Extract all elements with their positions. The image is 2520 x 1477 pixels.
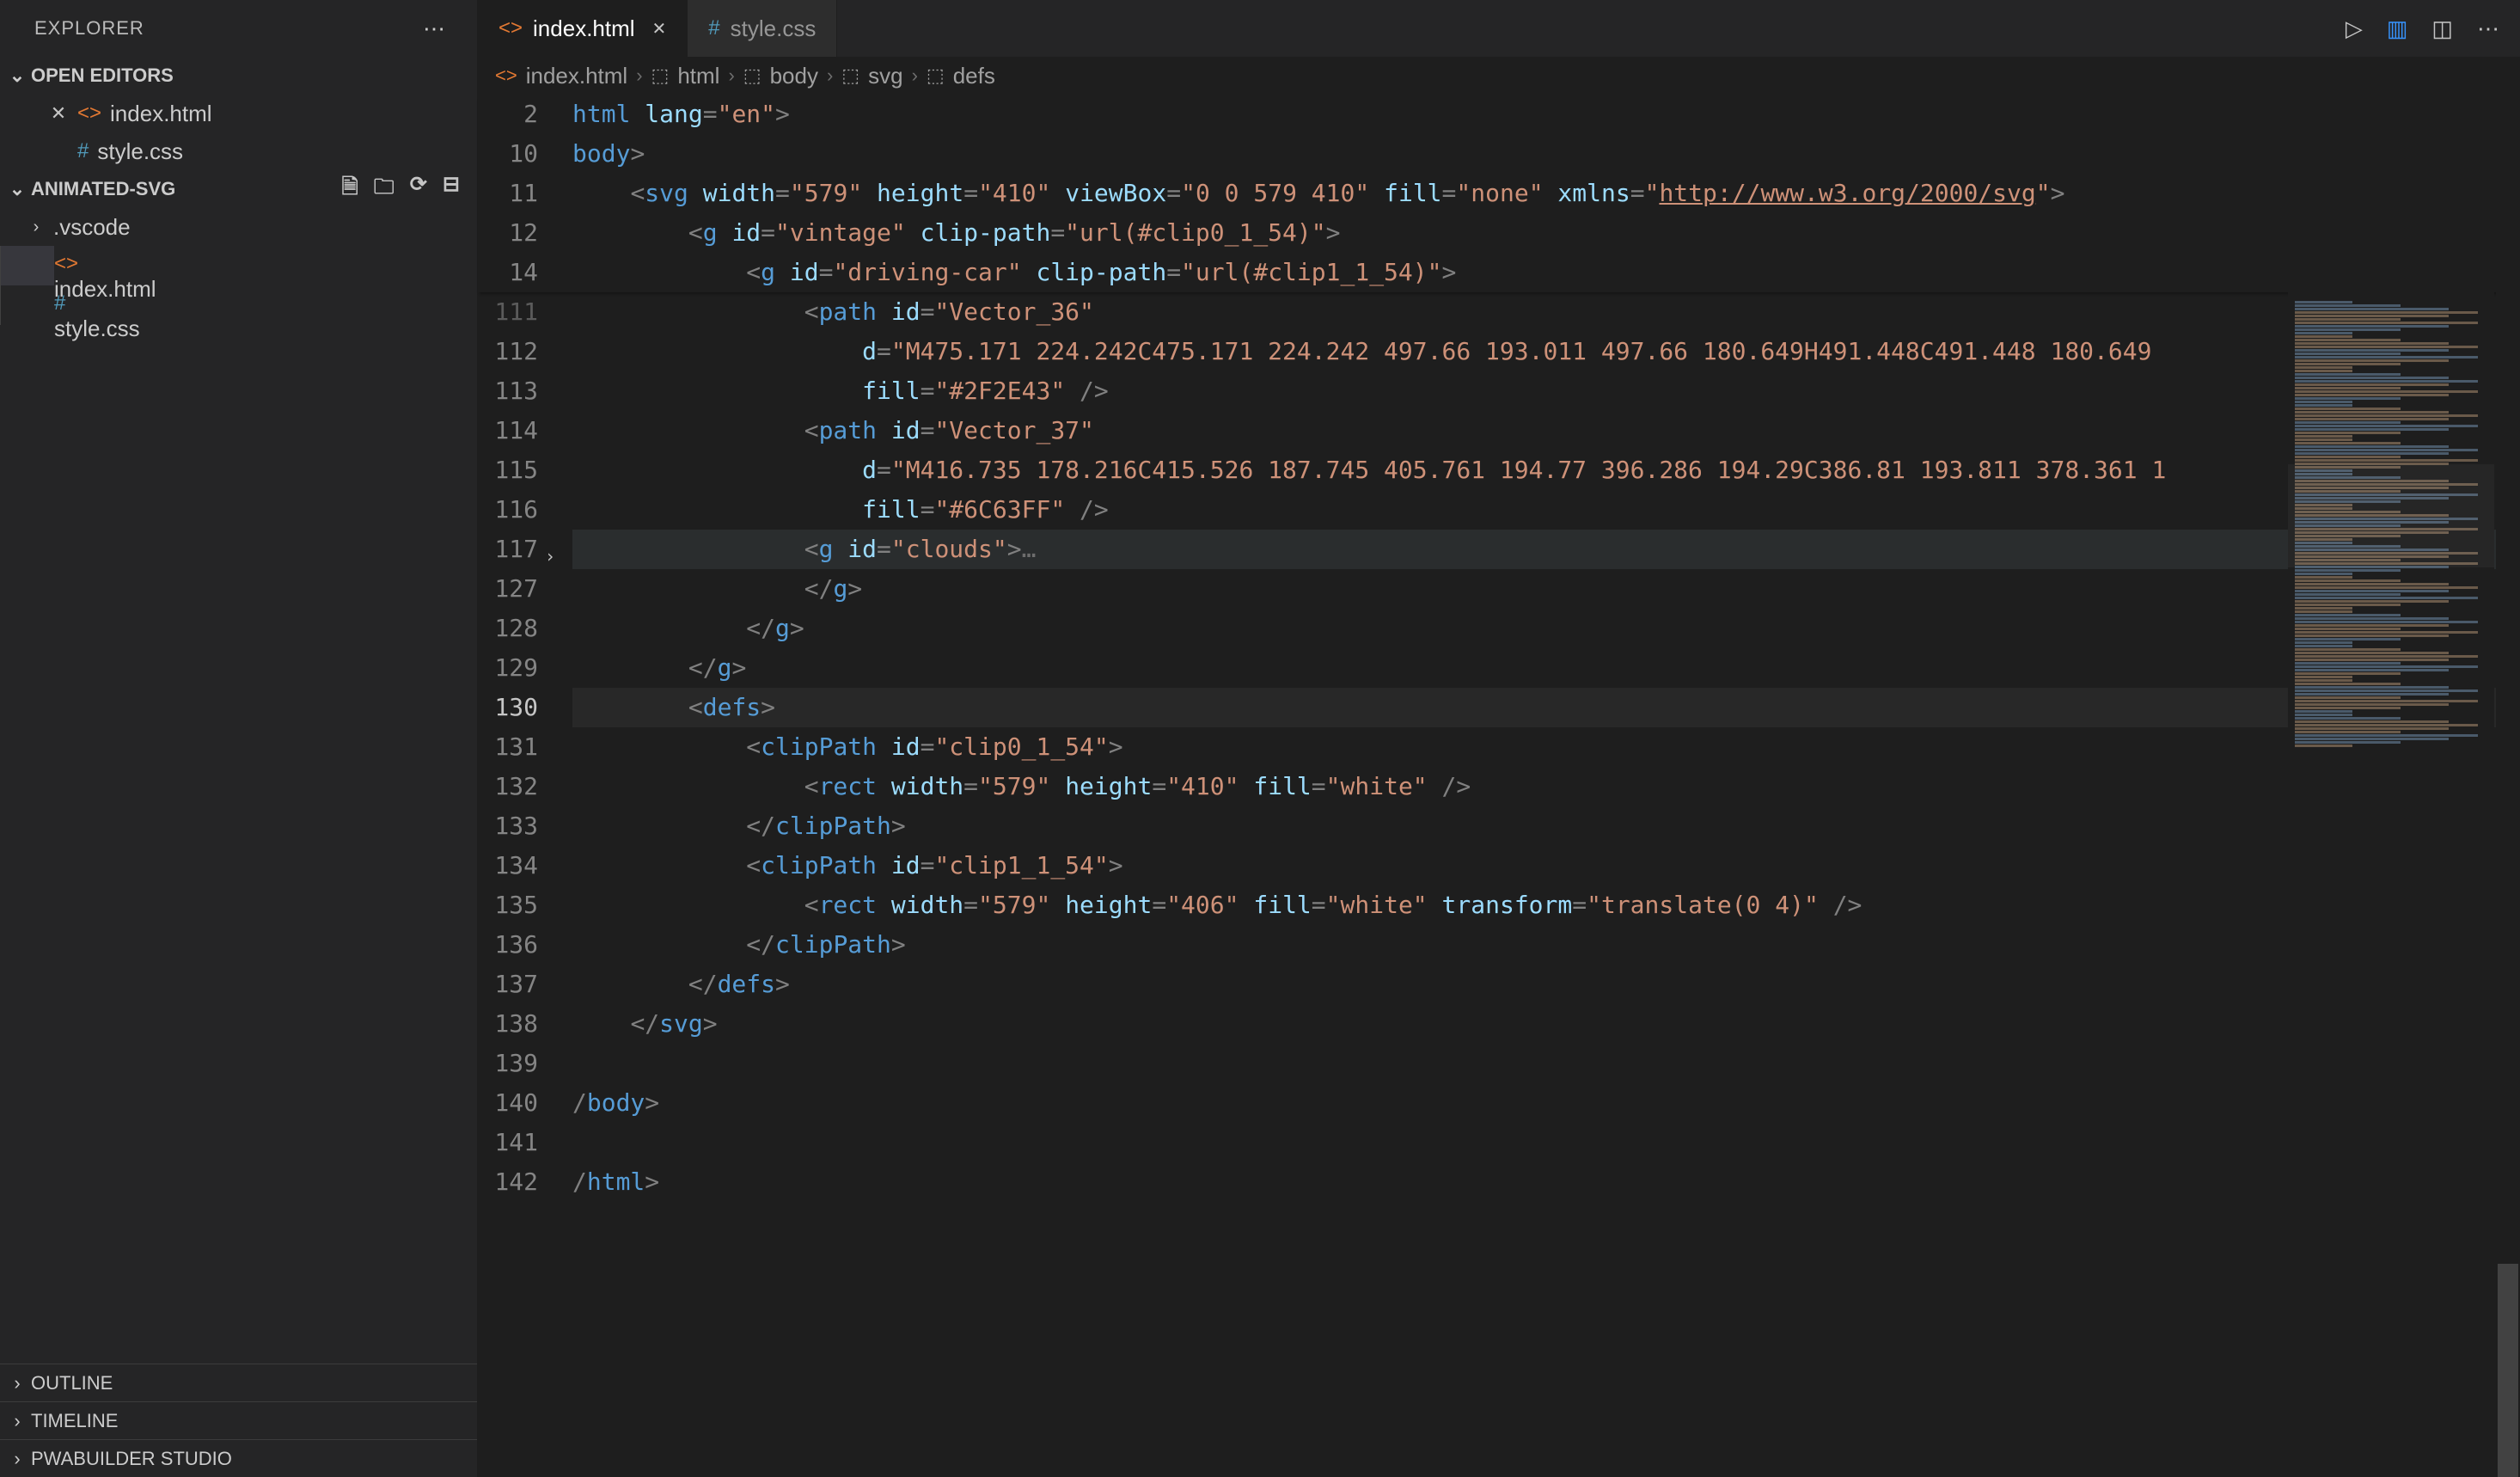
scroll-thumb[interactable] (2498, 1264, 2518, 1477)
breadcrumb-item[interactable]: svg (868, 63, 902, 89)
breadcrumb-item[interactable]: index.html (526, 63, 628, 89)
vertical-scrollbar[interactable] (2496, 292, 2520, 1477)
more-actions-icon[interactable]: ⋯ (406, 15, 463, 42)
breadcrumb-item[interactable]: defs (953, 63, 995, 89)
explorer-sidebar: EXPLORER ⋯ ⌄ OPEN EDITORS ✕ <> index.htm… (0, 0, 478, 1477)
collapse-all-icon[interactable]: ⊟ (443, 172, 460, 207)
file-item-index[interactable]: <> index.html (0, 246, 54, 285)
editor-main: <> index.html ✕ # style.css ▷ ▥ ◫ ⋯ <> i… (478, 0, 2520, 1477)
html-file-icon: <> (498, 16, 523, 40)
file-name: style.css (97, 138, 183, 165)
chevron-right-icon: › (636, 64, 642, 87)
css-file-icon: # (77, 139, 89, 163)
symbol-icon: ⬚ (743, 64, 762, 87)
open-editor-item[interactable]: # style.css (0, 132, 477, 170)
new-file-icon[interactable]: 🗎 (341, 172, 358, 207)
project-header[interactable]: ⌄ ANIMATED-SVG 🗎 🗀 ⟳ ⊟ (0, 170, 477, 208)
sticky-scroll[interactable]: 2html lang="en">10body>11 <svg width="57… (478, 95, 2520, 292)
fold-chevron-icon[interactable]: › (545, 536, 555, 576)
tab-style-css[interactable]: # style.css (688, 0, 837, 57)
run-icon[interactable]: ▷ (2346, 15, 2363, 42)
folder-item-vscode[interactable]: › .vscode (0, 208, 477, 246)
tab-index-html[interactable]: <> index.html ✕ (478, 0, 688, 57)
symbol-icon: ⬚ (927, 64, 945, 87)
chevron-right-icon: › (827, 64, 833, 87)
refresh-icon[interactable]: ⟳ (410, 172, 427, 207)
chevron-right-icon: › (26, 218, 46, 237)
timeline-label: TIMELINE (31, 1410, 470, 1432)
chevron-down-icon: ⌄ (7, 64, 28, 87)
code-editor[interactable]: 1111121131141151161171271281291301311321… (478, 292, 2520, 1477)
chevron-right-icon: › (7, 1410, 28, 1432)
pwabuilder-label: PWABUILDER STUDIO (31, 1448, 470, 1470)
breadcrumb-item[interactable]: html (677, 63, 719, 89)
file-name: index.html (110, 101, 212, 127)
code-content[interactable]: <path id="Vector_36" d="M475.171 224.242… (572, 292, 2520, 1477)
chevron-right-icon: › (7, 1448, 28, 1470)
project-label: ANIMATED-SVG (31, 178, 341, 200)
chevron-right-icon: › (728, 64, 734, 87)
new-folder-icon[interactable]: 🗀 (374, 172, 395, 207)
open-editor-item[interactable]: ✕ <> index.html (0, 95, 477, 132)
split-editor-icon[interactable]: ◫ (2431, 15, 2453, 42)
symbol-icon: ⬚ (841, 64, 859, 87)
pwabuilder-header[interactable]: › PWABUILDER STUDIO (0, 1439, 477, 1477)
html-file-icon: <> (54, 252, 78, 275)
line-number-gutter: 1111121131141151161171271281291301311321… (478, 292, 572, 1477)
chevron-down-icon: ⌄ (7, 178, 28, 200)
folder-name: .vscode (53, 214, 131, 241)
css-file-icon: # (708, 16, 719, 40)
minimap-viewport[interactable] (2288, 464, 2494, 567)
open-editors-label: OPEN EDITORS (31, 64, 470, 87)
file-item-style[interactable]: # style.css (0, 285, 54, 325)
more-actions-icon[interactable]: ⋯ (2477, 15, 2499, 42)
project-actions: 🗎 🗀 ⟳ ⊟ (341, 172, 470, 207)
html-file-icon: <> (495, 64, 517, 87)
chevron-right-icon: › (912, 64, 918, 87)
breadcrumbs[interactable]: <> index.html › ⬚ html › ⬚ body › ⬚ svg … (478, 57, 2520, 95)
close-icon[interactable]: ✕ (48, 102, 69, 125)
explorer-header: EXPLORER ⋯ (0, 0, 477, 57)
explorer-title: EXPLORER (34, 17, 144, 40)
tab-label: index.html (533, 15, 635, 42)
symbol-icon: ⬚ (651, 64, 670, 87)
editor-tabs: <> index.html ✕ # style.css ▷ ▥ ◫ ⋯ (478, 0, 2520, 57)
outline-header[interactable]: › OUTLINE (0, 1364, 477, 1401)
outline-label: OUTLINE (31, 1372, 470, 1394)
timeline-header[interactable]: › TIMELINE (0, 1401, 477, 1439)
tab-label: style.css (731, 15, 817, 42)
file-name: index.html (54, 276, 156, 302)
open-editors-header[interactable]: ⌄ OPEN EDITORS (0, 57, 477, 95)
html-file-icon: <> (77, 101, 101, 126)
close-icon[interactable]: ✕ (652, 18, 667, 40)
chevron-right-icon: › (7, 1372, 28, 1394)
minimap[interactable] (2288, 292, 2494, 1477)
css-file-icon: # (54, 291, 65, 315)
editor-actions: ▷ ▥ ◫ ⋯ (2325, 0, 2520, 57)
breadcrumb-item[interactable]: body (770, 63, 818, 89)
compare-icon[interactable]: ▥ (2387, 15, 2408, 42)
